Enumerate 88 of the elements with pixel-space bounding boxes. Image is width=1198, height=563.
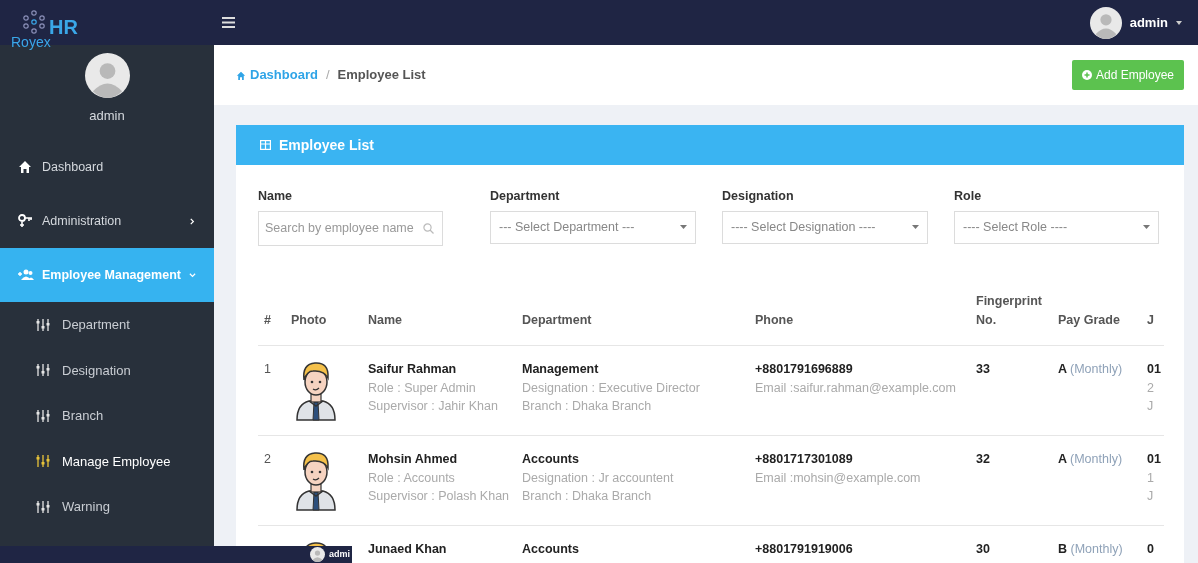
table-cell-text: 0 <box>1147 541 1155 559</box>
submenu-item[interactable]: Branch <box>0 393 214 439</box>
table-cell-text: 01 <box>1147 361 1162 379</box>
breadcrumb-separator: / <box>325 66 330 85</box>
table-cell-text: Management <box>522 361 600 379</box>
caret-icon <box>912 225 919 230</box>
table-cell-text: Email :mohsin@example.com <box>755 470 922 487</box>
avatar-icon <box>1089 6 1122 39</box>
select-dropdown[interactable]: ---- Select Role ---- <box>954 210 1159 244</box>
search-icon <box>423 222 434 234</box>
avatar-icon <box>310 547 325 562</box>
table-cell-text: Supervisor : Polash Khan <box>368 488 510 505</box>
table-cell-text: Branch : Dhaka Branch <box>522 488 653 505</box>
column-header: Photo <box>285 283 362 346</box>
column-header: Pay Grade <box>1052 283 1141 346</box>
row-number: 2 <box>264 451 272 469</box>
table-cell-text: 30 <box>976 541 991 559</box>
submenu-item[interactable]: Department <box>0 302 214 348</box>
column-header: Fingerprint No. <box>970 283 1052 346</box>
caret-icon <box>680 225 687 230</box>
table-cell-text: J <box>1147 488 1155 505</box>
select-dropdown[interactable]: --- Select Department --- <box>490 210 696 244</box>
table-cell-text: Saifur Rahman <box>368 361 458 379</box>
user-name: admi <box>329 547 350 561</box>
pay-grade: A (Monthly) <box>1058 451 1124 469</box>
table-cell-text: J <box>1147 398 1155 415</box>
row-number: 1 <box>264 361 272 379</box>
column-header: J <box>1141 283 1164 346</box>
logo-text: Royex <box>11 35 51 49</box>
table-cell-text: Branch : Dhaka Branch <box>522 398 653 415</box>
table-cell-text: Accounts <box>522 541 580 559</box>
sliders-icon <box>36 454 50 469</box>
column-header: # <box>258 283 285 346</box>
menu-item-icon <box>18 268 34 282</box>
table-cell-text: 2 <box>1147 380 1155 397</box>
sliders-icon <box>36 499 50 514</box>
table-cell-text: +8801717301089 <box>755 451 854 469</box>
submenu-item[interactable]: Designation <box>0 347 214 393</box>
table-cell-text: 1 <box>1147 470 1155 487</box>
user-name: admin <box>89 107 125 125</box>
table-cell-text: 32 <box>976 451 991 469</box>
caret-icon <box>1143 225 1150 230</box>
chevron-icon <box>189 217 196 225</box>
table-cell-text: Designation : Executive Director <box>522 380 701 397</box>
table-cell-text: Supervisor : Jahir Khan <box>368 398 499 415</box>
card-title: Employee List <box>279 135 374 155</box>
table-cell-text: 01 <box>1147 451 1162 469</box>
sidebar-item[interactable]: Administration <box>0 194 214 248</box>
avatar-icon <box>84 53 130 98</box>
table-cell-text: 33 <box>976 361 991 379</box>
submenu-item[interactable]: Warning <box>0 484 214 530</box>
table-icon <box>260 140 271 150</box>
sliders-icon <box>36 317 50 332</box>
column-header: Phone <box>755 283 970 346</box>
submenu-item[interactable]: Manage Employee <box>0 438 214 484</box>
search-field[interactable]: Search by employee name <box>258 210 443 246</box>
home-icon <box>236 70 246 80</box>
chevron-icon <box>189 271 196 279</box>
menu-item-icon <box>18 160 34 174</box>
sidebar-item[interactable]: Dashboard <box>0 140 214 194</box>
filter-label: Name <box>258 188 294 205</box>
table-cell-text: Accounts <box>522 451 580 469</box>
sliders-icon <box>36 408 50 423</box>
logo-mark: HR <box>49 17 78 37</box>
menu-icon[interactable] <box>222 17 235 28</box>
pay-grade: A (Monthly) <box>1058 361 1124 379</box>
column-header: Name <box>362 283 516 346</box>
caret-icon[interactable] <box>1176 20 1182 25</box>
user-name[interactable]: admin <box>1129 12 1168 33</box>
filter-label: Designation <box>722 188 795 205</box>
table-cell-text: +8801791919006 <box>755 541 854 559</box>
table-cell-text: Mohsin Ahmed <box>368 451 459 469</box>
table-cell-text: Junaed Khan <box>368 541 448 559</box>
select-dropdown[interactable]: ---- Select Designation ---- <box>722 210 928 244</box>
table-cell-text: Role : Accounts <box>368 470 456 487</box>
dots-logo-icon <box>22 10 46 34</box>
breadcrumb-current: Employee List <box>337 66 426 85</box>
filter-label: Role <box>954 188 983 205</box>
plus-circle-icon <box>1081 70 1092 80</box>
table-cell-text: Email :saifur.rahman@example.com <box>755 380 957 397</box>
table-cell-text: Designation : Jr accountent <box>522 470 675 487</box>
sliders-icon <box>36 363 50 378</box>
table-cell-text: +8801791696889 <box>755 361 854 379</box>
column-header: Department <box>516 283 755 346</box>
table-cell-text: Role : Super Admin <box>368 380 477 397</box>
menu-item-icon <box>18 214 34 228</box>
pay-grade: B (Monthly) <box>1058 541 1124 559</box>
filter-label: Department <box>490 188 561 205</box>
